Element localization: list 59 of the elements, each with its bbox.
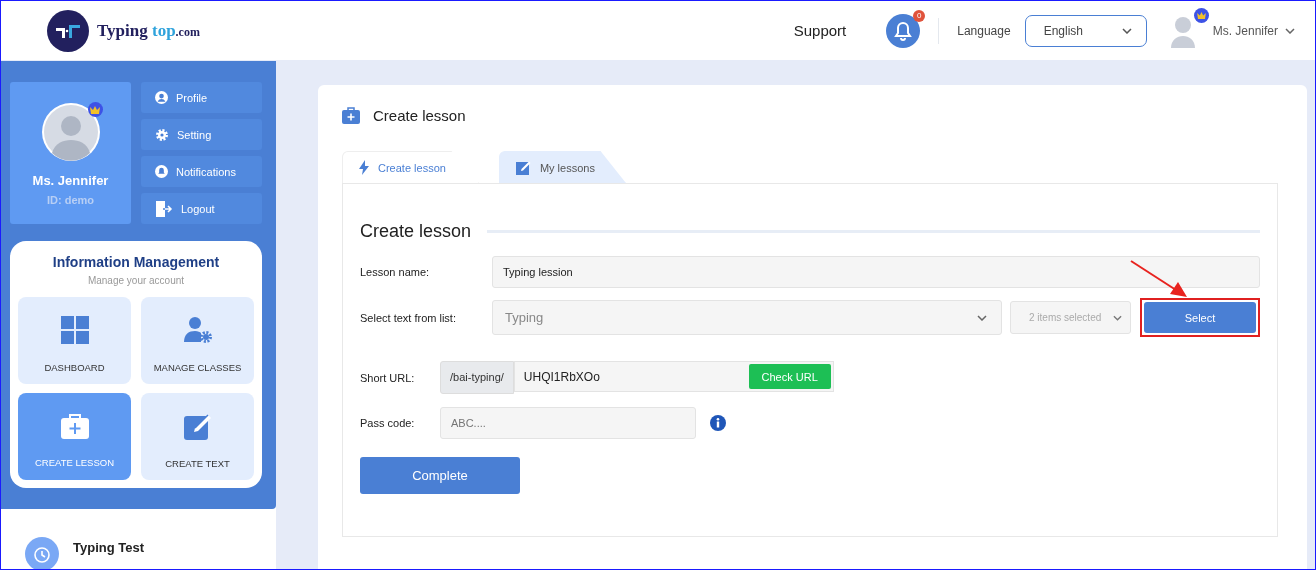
profile-id: ID: demo xyxy=(46,194,95,206)
chevron-icon xyxy=(1113,314,1122,321)
menu-tile[interactable]: MANAGE CLASSES xyxy=(141,297,254,384)
grid-icon xyxy=(60,316,89,344)
logo-text: Typing xyxy=(97,20,148,40)
menu-tile[interactable]: CREATE LESSON xyxy=(18,393,131,480)
profile-name: Ms. Jennifer xyxy=(32,173,109,188)
chevron-icon xyxy=(977,314,987,321)
page-title: Create lesson xyxy=(373,107,466,124)
edit-icon xyxy=(183,412,212,440)
field-label: Lesson name: xyxy=(360,266,431,278)
medical-kit-icon xyxy=(342,107,360,124)
menu-tile[interactable]: CREATE TEXT xyxy=(141,393,254,480)
profile-menu-item[interactable]: Logout xyxy=(141,193,262,224)
info-icon xyxy=(710,415,726,431)
url-prefix: /bai-typing/ xyxy=(440,361,514,394)
section-title: Create lesson xyxy=(360,221,472,242)
check-url-button[interactable]: Check URL xyxy=(748,364,831,389)
tab[interactable]: Create lesson xyxy=(342,151,479,183)
logo-icon xyxy=(47,9,89,52)
tab[interactable]: My lessons xyxy=(498,151,626,183)
field-label: Short URL: xyxy=(360,371,416,384)
pass-code-field[interactable]: ABC.... xyxy=(440,407,696,439)
profile-menu-item[interactable]: Notifications xyxy=(141,156,262,187)
text-select[interactable]: Typing xyxy=(492,300,1002,335)
avatar-icon xyxy=(41,103,100,161)
lightning-icon xyxy=(359,160,369,175)
logout-icon xyxy=(155,200,173,217)
settings-icon xyxy=(155,127,169,142)
chevron-icon xyxy=(1285,27,1295,34)
card-subtitle: Manage your account xyxy=(86,275,186,286)
medical-kit-icon xyxy=(60,413,89,439)
select-button[interactable]: Select xyxy=(1144,302,1256,333)
profile-menu-item[interactable]: Setting xyxy=(141,119,262,150)
crown-badge xyxy=(1193,7,1209,23)
language-select[interactable]: English xyxy=(1024,14,1147,47)
user-menu[interactable]: Ms. Jennifer xyxy=(1212,23,1295,38)
notification-badge: 0 xyxy=(913,9,926,22)
field-label: Pass code: xyxy=(360,417,416,429)
chevron-icon xyxy=(1121,27,1132,34)
field-label: Select text from list: xyxy=(360,311,457,324)
short-url-field[interactable]: UHQI1RbXOo Check URL xyxy=(513,361,834,392)
typing-test-link[interactable]: Typing Test xyxy=(73,539,145,555)
bell-icon xyxy=(894,20,913,41)
logo-text: .com xyxy=(175,24,200,39)
logo-text: top xyxy=(151,20,176,40)
bell-icon xyxy=(155,165,168,178)
profile-menu-item[interactable]: Profile xyxy=(141,82,262,113)
user-gear-icon xyxy=(183,316,212,344)
support-link[interactable]: Support xyxy=(793,22,847,39)
url-value: UHQI1RbXOo xyxy=(523,369,600,384)
card-title: Information Management xyxy=(51,254,221,270)
menu-tile[interactable]: DASHBOARD xyxy=(18,297,131,384)
user-icon xyxy=(155,91,168,104)
language-label: Language xyxy=(957,23,1011,38)
complete-button[interactable]: Complete xyxy=(360,457,520,494)
lesson-name-field[interactable]: Typing lession xyxy=(492,256,1260,288)
edit-icon xyxy=(515,160,531,175)
items-select[interactable]: 2 items selected xyxy=(1010,301,1131,334)
